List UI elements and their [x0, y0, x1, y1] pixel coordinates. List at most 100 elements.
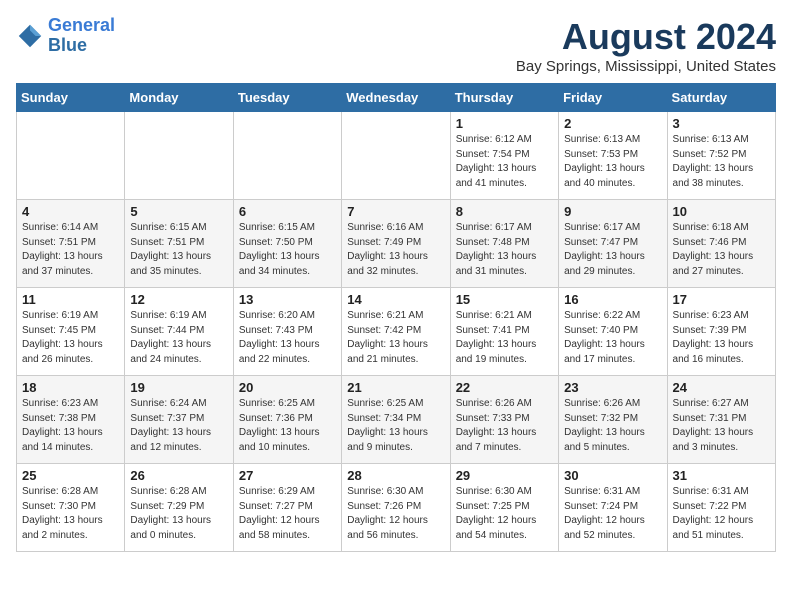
day-info: Sunrise: 6:19 AMSunset: 7:44 PMDaylight:… [130, 309, 227, 367]
calendar-cell: 7 Sunrise: 6:16 AMSunset: 7:49 PMDaylight… [342, 200, 450, 288]
day-info: Sunrise: 6:13 AMSunset: 7:52 PMDaylight:… [673, 133, 770, 191]
day-number: 7 [347, 204, 444, 219]
calendar-cell: 17 Sunrise: 6:23 AMSunset: 7:39 PMDayligh… [667, 288, 775, 376]
day-number: 24 [673, 380, 770, 395]
calendar-cell: 12 Sunrise: 6:19 AMSunset: 7:44 PMDayligh… [125, 288, 233, 376]
calendar-cell: 26 Sunrise: 6:28 AMSunset: 7:29 PMDayligh… [125, 464, 233, 552]
calendar-cell: 2 Sunrise: 6:13 AMSunset: 7:53 PMDaylight… [559, 112, 667, 200]
calendar-week-2: 4 Sunrise: 6:14 AMSunset: 7:51 PMDaylight… [17, 200, 776, 288]
calendar-cell: 28 Sunrise: 6:30 AMSunset: 7:26 PMDayligh… [342, 464, 450, 552]
day-number: 17 [673, 292, 770, 307]
calendar-cell: 30Sunrise: 6:31 AMSunset: 7:24 PMDayligh… [559, 464, 667, 552]
day-info: Sunrise: 6:15 AMSunset: 7:51 PMDaylight:… [130, 221, 227, 279]
calendar-cell: 10Sunrise: 6:18 AMSunset: 7:46 PMDayligh… [667, 200, 775, 288]
day-number: 15 [456, 292, 553, 307]
day-number: 5 [130, 204, 227, 219]
day-number: 1 [456, 116, 553, 131]
calendar-table: SundayMondayTuesdayWednesdayThursdayFrid… [16, 83, 776, 552]
day-info: Sunrise: 6:22 AMSunset: 7:40 PMDaylight:… [564, 309, 661, 367]
calendar-cell [342, 112, 450, 200]
day-number: 16 [564, 292, 661, 307]
calendar-header-row: SundayMondayTuesdayWednesdayThursdayFrid… [17, 84, 776, 112]
calendar-week-1: 1 Sunrise: 6:12 AMSunset: 7:54 PMDaylight… [17, 112, 776, 200]
header-wednesday: Wednesday [342, 84, 450, 112]
day-info: Sunrise: 6:27 AMSunset: 7:31 PMDaylight:… [673, 397, 770, 455]
calendar-week-3: 11 Sunrise: 6:19 AMSunset: 7:45 PMDayligh… [17, 288, 776, 376]
day-info: Sunrise: 6:30 AMSunset: 7:26 PMDaylight:… [347, 485, 444, 543]
day-number: 26 [130, 468, 227, 483]
calendar-cell: 9Sunrise: 6:17 AMSunset: 7:47 PMDaylight… [559, 200, 667, 288]
day-info: Sunrise: 6:12 AMSunset: 7:54 PMDaylight:… [456, 133, 553, 191]
day-number: 10 [673, 204, 770, 219]
day-info: Sunrise: 6:20 AMSunset: 7:43 PMDaylight:… [239, 309, 336, 367]
calendar-cell: 19Sunrise: 6:24 AMSunset: 7:37 PMDayligh… [125, 376, 233, 464]
day-info: Sunrise: 6:16 AMSunset: 7:49 PMDaylight:… [347, 221, 444, 279]
calendar-cell: 13 Sunrise: 6:20 AMSunset: 7:43 PMDayligh… [233, 288, 341, 376]
day-info: Sunrise: 6:23 AMSunset: 7:38 PMDaylight:… [22, 397, 119, 455]
calendar-cell: 4 Sunrise: 6:14 AMSunset: 7:51 PMDaylight… [17, 200, 125, 288]
calendar-cell: 8Sunrise: 6:17 AMSunset: 7:48 PMDaylight… [450, 200, 558, 288]
day-info: Sunrise: 6:21 AMSunset: 7:42 PMDaylight:… [347, 309, 444, 367]
day-info: Sunrise: 6:19 AMSunset: 7:45 PMDaylight:… [22, 309, 119, 367]
day-number: 4 [22, 204, 119, 219]
day-info: Sunrise: 6:17 AMSunset: 7:48 PMDaylight:… [456, 221, 553, 279]
day-info: Sunrise: 6:28 AMSunset: 7:29 PMDaylight:… [130, 485, 227, 543]
day-number: 25 [22, 468, 119, 483]
day-info: Sunrise: 6:23 AMSunset: 7:39 PMDaylight:… [673, 309, 770, 367]
calendar-cell: 11 Sunrise: 6:19 AMSunset: 7:45 PMDayligh… [17, 288, 125, 376]
calendar-cell: 24 Sunrise: 6:27 AMSunset: 7:31 PMDayligh… [667, 376, 775, 464]
day-number: 28 [347, 468, 444, 483]
title-area: August 2024 Bay Springs, Mississippi, Un… [516, 16, 776, 75]
day-info: Sunrise: 6:26 AMSunset: 7:32 PMDaylight:… [564, 397, 661, 455]
calendar-cell: 14 Sunrise: 6:21 AMSunset: 7:42 PMDayligh… [342, 288, 450, 376]
day-info: Sunrise: 6:15 AMSunset: 7:50 PMDaylight:… [239, 221, 336, 279]
day-number: 29 [456, 468, 553, 483]
calendar-week-4: 18 Sunrise: 6:23 AMSunset: 7:38 PMDayligh… [17, 376, 776, 464]
header-saturday: Saturday [667, 84, 775, 112]
header-tuesday: Tuesday [233, 84, 341, 112]
day-info: Sunrise: 6:17 AMSunset: 7:47 PMDaylight:… [564, 221, 661, 279]
calendar-cell: 16 Sunrise: 6:22 AMSunset: 7:40 PMDayligh… [559, 288, 667, 376]
day-info: Sunrise: 6:25 AMSunset: 7:36 PMDaylight:… [239, 397, 336, 455]
day-number: 14 [347, 292, 444, 307]
day-info: Sunrise: 6:14 AMSunset: 7:51 PMDaylight:… [22, 221, 119, 279]
calendar-cell: 20 Sunrise: 6:25 AMSunset: 7:36 PMDayligh… [233, 376, 341, 464]
calendar-cell [233, 112, 341, 200]
calendar-cell [17, 112, 125, 200]
calendar-cell: 15 Sunrise: 6:21 AMSunset: 7:41 PMDayligh… [450, 288, 558, 376]
calendar-cell: 6 Sunrise: 6:15 AMSunset: 7:50 PMDaylight… [233, 200, 341, 288]
day-number: 21 [347, 380, 444, 395]
header-sunday: Sunday [17, 84, 125, 112]
day-number: 13 [239, 292, 336, 307]
calendar-cell: 3 Sunrise: 6:13 AMSunset: 7:52 PMDaylight… [667, 112, 775, 200]
day-number: 22 [456, 380, 553, 395]
calendar-cell: 29Sunrise: 6:30 AMSunset: 7:25 PMDayligh… [450, 464, 558, 552]
day-number: 11 [22, 292, 119, 307]
location: Bay Springs, Mississippi, United States [516, 58, 776, 75]
calendar-cell: 27Sunrise: 6:29 AMSunset: 7:27 PMDayligh… [233, 464, 341, 552]
month-title: August 2024 [516, 16, 776, 58]
calendar-cell: 22Sunrise: 6:26 AMSunset: 7:33 PMDayligh… [450, 376, 558, 464]
logo-text: GeneralBlue [48, 16, 115, 56]
logo-icon [16, 22, 44, 50]
day-number: 27 [239, 468, 336, 483]
day-info: Sunrise: 6:21 AMSunset: 7:41 PMDaylight:… [456, 309, 553, 367]
day-info: Sunrise: 6:24 AMSunset: 7:37 PMDaylight:… [130, 397, 227, 455]
logo: GeneralBlue [16, 16, 115, 56]
calendar-week-5: 25 Sunrise: 6:28 AMSunset: 7:30 PMDayligh… [17, 464, 776, 552]
day-number: 2 [564, 116, 661, 131]
day-number: 6 [239, 204, 336, 219]
day-number: 31 [673, 468, 770, 483]
day-number: 20 [239, 380, 336, 395]
day-number: 12 [130, 292, 227, 307]
calendar-cell: 5 Sunrise: 6:15 AMSunset: 7:51 PMDaylight… [125, 200, 233, 288]
day-number: 23 [564, 380, 661, 395]
day-number: 18 [22, 380, 119, 395]
day-info: Sunrise: 6:31 AMSunset: 7:24 PMDaylight:… [564, 485, 661, 543]
day-info: Sunrise: 6:13 AMSunset: 7:53 PMDaylight:… [564, 133, 661, 191]
calendar-cell: 21Sunrise: 6:25 AMSunset: 7:34 PMDayligh… [342, 376, 450, 464]
calendar-cell: 18 Sunrise: 6:23 AMSunset: 7:38 PMDayligh… [17, 376, 125, 464]
day-info: Sunrise: 6:28 AMSunset: 7:30 PMDaylight:… [22, 485, 119, 543]
day-number: 3 [673, 116, 770, 131]
calendar-cell: 31Sunrise: 6:31 AMSunset: 7:22 PMDayligh… [667, 464, 775, 552]
